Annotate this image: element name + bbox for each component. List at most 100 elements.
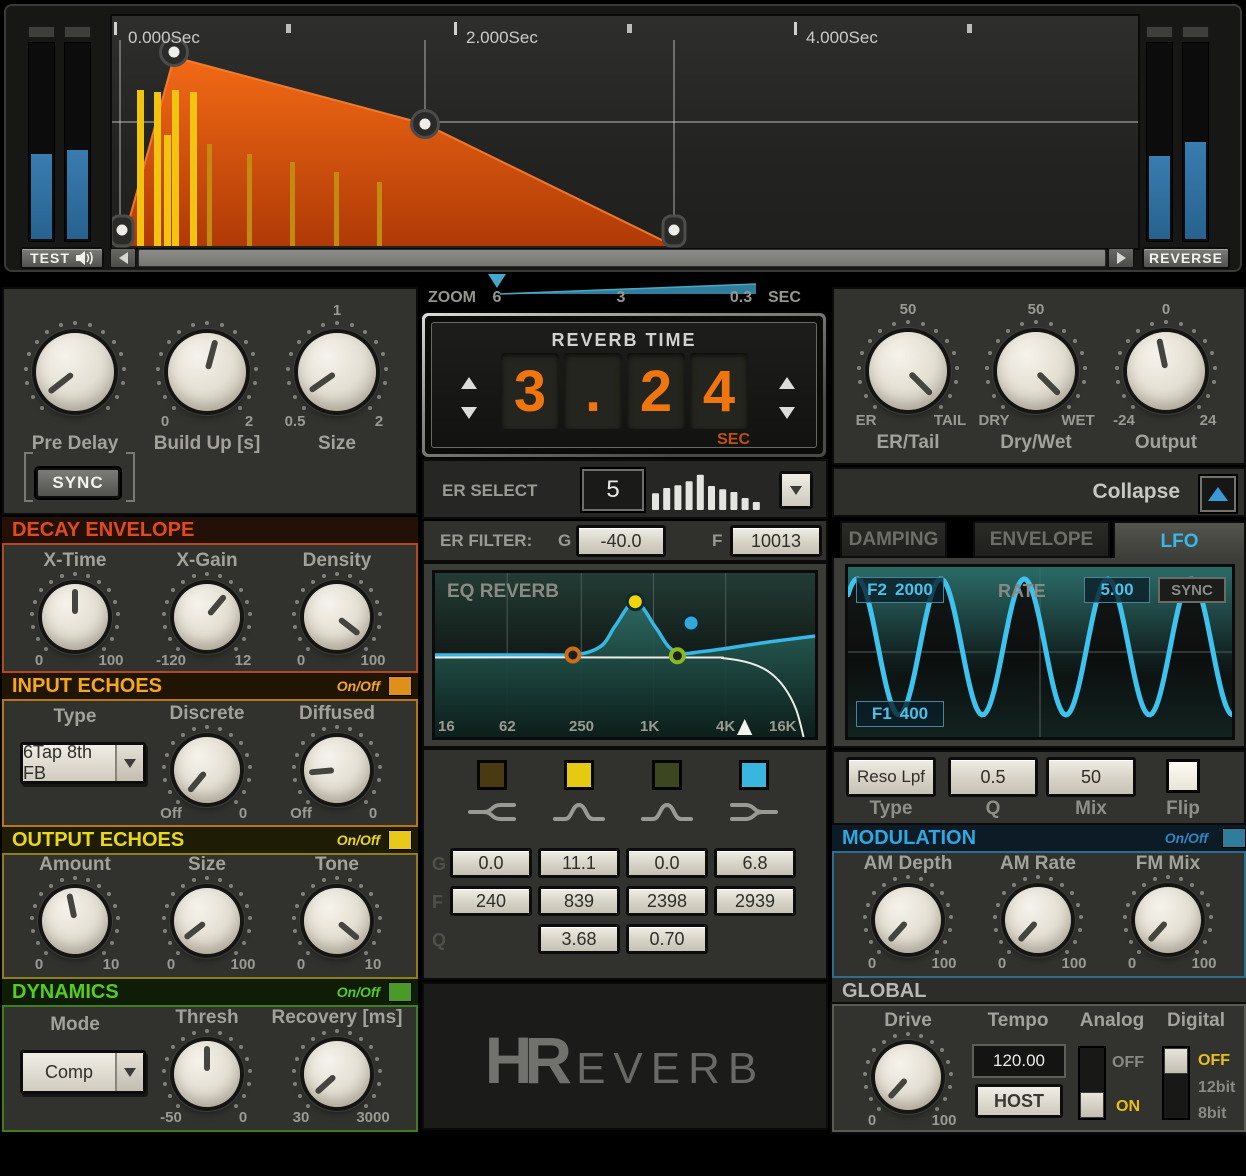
lfo-f1-box[interactable]: F1 400 (856, 701, 944, 727)
knob-dial[interactable] (168, 333, 246, 411)
lfo-filter-q-value[interactable]: 0.5 (948, 757, 1038, 797)
fm-mix-knob[interactable]: 0 100 FM Mix (1093, 853, 1243, 1019)
pre-delay-knob[interactable]: Pre Delay (0, 315, 150, 465)
band2-color-swatch[interactable] (564, 760, 594, 790)
band1-gain-value[interactable]: 0.0 (450, 848, 532, 878)
modulation-toggle[interactable] (1222, 828, 1246, 848)
band1-freq-value[interactable]: 240 (450, 886, 532, 916)
band3-q-value[interactable]: 0.70 (626, 924, 708, 954)
am-depth-knob[interactable]: 0 100 AM Depth (833, 853, 983, 1019)
host-button[interactable]: HOST (975, 1084, 1063, 1118)
knob-dial[interactable] (1005, 887, 1071, 953)
knob-dial[interactable] (42, 584, 108, 650)
band2-freq-value[interactable]: 839 (538, 886, 620, 916)
scroll-right-button[interactable] (1108, 248, 1134, 268)
recovery-knob[interactable]: 30 3000 Recovery [ms] (262, 1007, 412, 1173)
envelope-display[interactable]: 0.000Sec 2.000Sec 4.000Sec (110, 14, 1140, 250)
lfo-sync-button[interactable]: SYNC (1158, 577, 1226, 603)
reverb-time-spinner-right[interactable] (778, 375, 796, 421)
knob-dial[interactable] (174, 584, 240, 650)
er-filter-f-value[interactable]: 10013 (730, 525, 822, 557)
tone-knob[interactable]: 0 10 Tone (262, 854, 412, 1020)
knob-dial[interactable] (42, 888, 108, 954)
high-shelf-filter-icon[interactable] (726, 800, 782, 824)
knob-dial[interactable] (174, 737, 240, 803)
eq-reverb-display[interactable]: EQ REVERB 16 62 250 1K 4K 16K (432, 570, 818, 740)
knob-dial[interactable] (869, 332, 947, 410)
dry-wet-knob[interactable]: 50 DRY WET Dry/Wet (961, 301, 1111, 464)
reverb-time-spinner-left[interactable] (460, 375, 478, 421)
size-knob[interactable]: 1 0.5 2 Size (262, 302, 412, 465)
tab-lfo[interactable]: LFO (1113, 521, 1246, 560)
digital-off-label[interactable]: OFF (1198, 1052, 1230, 1070)
band3-color-swatch[interactable] (652, 760, 682, 790)
knob-tick (45, 329, 50, 334)
er-select-dropdown-button[interactable] (779, 471, 813, 509)
bell-filter-icon[interactable] (551, 800, 607, 824)
dynamics-mode-dropdown[interactable]: Comp (20, 1050, 146, 1094)
test-button[interactable]: TEST (20, 247, 104, 269)
digital-slider-handle[interactable] (1164, 1048, 1188, 1074)
reverse-button[interactable]: REVERSE (1142, 247, 1230, 269)
knob-tick (1206, 902, 1211, 907)
band4-color-swatch[interactable] (739, 760, 769, 790)
decay-envelope-graph[interactable] (112, 16, 1138, 248)
x-gain-knob[interactable]: -120 12 X-Gain (132, 550, 282, 716)
predelay-sync-button[interactable]: SYNC (36, 468, 120, 498)
digital-12bit-label[interactable]: 12bit (1198, 1079, 1235, 1097)
density-knob[interactable]: 0 100 Density (262, 550, 412, 716)
knob-dial[interactable] (875, 1044, 941, 1110)
knob-dial[interactable] (174, 888, 240, 954)
knob-dial[interactable] (304, 888, 370, 954)
tempo-value[interactable]: 120.00 (972, 1044, 1066, 1078)
band3-freq-value[interactable]: 2398 (626, 886, 708, 916)
lfo-rate-value[interactable]: 5.00 (1084, 577, 1150, 603)
knob-dial[interactable] (997, 332, 1075, 410)
am-rate-knob[interactable]: 0 100 AM Rate (963, 853, 1113, 1019)
output-knob[interactable]: 0 -24 24 Output (1091, 301, 1241, 464)
lfo-display[interactable]: F2 2000 RATE 5.00 SYNC F1 400 (845, 564, 1235, 740)
knob-dial[interactable] (298, 333, 376, 411)
band2-gain-value[interactable]: 11.1 (538, 848, 620, 878)
knob-dial[interactable] (1135, 887, 1201, 953)
band2-q-value[interactable]: 3.68 (538, 924, 620, 954)
bell-filter-icon[interactable] (639, 800, 695, 824)
drive-knob[interactable]: 0 100 Drive (833, 1010, 983, 1176)
discrete-knob[interactable]: Off 0 Discrete (132, 703, 282, 869)
output-size-knob[interactable]: 0 100 Size (132, 854, 282, 1020)
thresh-knob[interactable]: -50 0 Thresh (132, 1007, 282, 1173)
knob-dial[interactable] (304, 1041, 370, 1107)
lfo-filter-mix-value[interactable]: 50 (1046, 757, 1136, 797)
digital-8bit-label[interactable]: 8bit (1198, 1105, 1226, 1123)
knob-dial[interactable] (304, 737, 370, 803)
collapse-button[interactable] (1200, 476, 1236, 512)
scroll-left-button[interactable] (110, 248, 136, 268)
band4-freq-value[interactable]: 2939 (714, 886, 796, 916)
tab-damping[interactable]: DAMPING (840, 521, 947, 558)
analog-on-label[interactable]: ON (1116, 1098, 1140, 1116)
diffused-knob[interactable]: Off 0 Diffused (262, 703, 412, 869)
analog-slider-handle[interactable] (1080, 1092, 1104, 1118)
build-up-knob[interactable]: 0 2 Build Up [s] (132, 315, 282, 465)
lfo-flip-button[interactable] (1166, 759, 1200, 793)
band1-color-swatch[interactable] (477, 760, 507, 790)
tab-envelope[interactable]: ENVELOPE (973, 521, 1110, 558)
x-time-knob[interactable]: 0 100 X-Time (0, 550, 150, 716)
scrollbar-thumb[interactable] (138, 249, 1106, 267)
knob-dial[interactable] (1127, 332, 1205, 410)
lfo-filter-type-value[interactable]: Reso Lpf (846, 757, 936, 797)
lfo-f2-box[interactable]: F2 2000 (856, 577, 944, 603)
knob-dial[interactable] (304, 584, 370, 650)
band3-gain-value[interactable]: 0.0 (626, 848, 708, 878)
er-select-value[interactable]: 5 (582, 469, 644, 511)
band4-gain-value[interactable]: 6.8 (714, 848, 796, 878)
er-filter-g-value[interactable]: -40.0 (576, 525, 666, 557)
reverb-time-digits[interactable]: 3 . 2 4 (501, 353, 748, 429)
knob-dial[interactable] (36, 333, 114, 411)
input-type-dropdown[interactable]: 6Tap 8th FB (20, 742, 146, 784)
knob-dial[interactable] (174, 1041, 240, 1107)
analog-off-label[interactable]: OFF (1112, 1054, 1144, 1072)
amount-knob[interactable]: 0 10 Amount (0, 854, 150, 1020)
knob-dial[interactable] (875, 887, 941, 953)
low-shelf-filter-icon[interactable] (464, 800, 520, 824)
